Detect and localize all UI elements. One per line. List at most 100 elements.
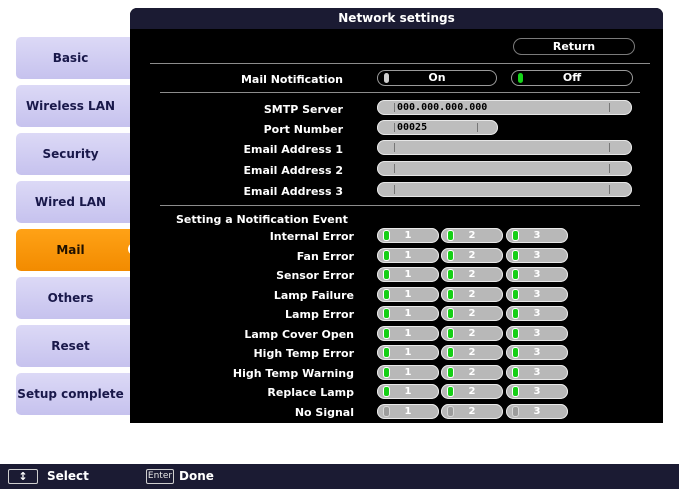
event-checkbox-1[interactable]: 1 [377, 267, 439, 282]
event-checkbox-2[interactable]: 2 [441, 345, 503, 360]
checkbox-label: 3 [533, 308, 541, 319]
checkbox-label: 2 [468, 327, 476, 339]
event-checkbox-3[interactable]: 3 [506, 403, 568, 419]
event-checkbox-2[interactable]: 2 [441, 267, 503, 282]
checkbox-indicator-icon [384, 348, 389, 357]
event-checkbox-3[interactable]: 3 [506, 325, 568, 341]
email-address-3-field[interactable] [377, 182, 632, 197]
event-checkbox-1[interactable]: 1 [377, 403, 439, 419]
port-number-field[interactable]: 00025 [377, 120, 498, 135]
email-address-3-label: Email Address 3 [243, 185, 344, 198]
checkbox-label: 2 [468, 288, 476, 300]
event-label: Lamp Failure [273, 288, 354, 302]
checkbox-label: 3 [533, 327, 541, 339]
enter-key-icon: Enter [146, 469, 174, 484]
event-label: High Temp Error [253, 347, 354, 360]
sidebar-item-label: Reset [51, 339, 90, 353]
radio-indicator-icon [518, 73, 523, 83]
event-label: Replace Lamp [267, 386, 354, 399]
event-checkbox-2[interactable]: 2 [441, 228, 503, 243]
event-checkbox-3[interactable]: 3 [506, 306, 568, 321]
mail-notification-off-radio[interactable]: Off [511, 70, 633, 86]
event-checkbox-1[interactable]: 1 [377, 247, 439, 263]
event-checkbox-3[interactable]: 3 [506, 228, 568, 243]
checkbox-label: 2 [468, 386, 476, 397]
email-address-1-field[interactable] [377, 140, 632, 155]
checkbox-indicator-icon [384, 231, 389, 240]
checkbox-indicator-icon [384, 270, 389, 279]
checkbox-indicator-icon [448, 289, 453, 299]
event-label: Lamp Error [285, 308, 354, 321]
checkbox-label: 2 [468, 230, 476, 241]
footer-bar: ↕ Select Enter Done [0, 464, 679, 489]
event-checkbox-2[interactable]: 2 [441, 247, 503, 263]
checkbox-label: 2 [468, 308, 476, 319]
radio-indicator-icon [384, 73, 389, 83]
checkbox-indicator-icon [513, 270, 518, 279]
email-address-2-field[interactable] [377, 161, 632, 176]
notification-event-heading: Setting a Notification Event [176, 213, 348, 226]
checkbox-indicator-icon [448, 270, 453, 279]
sidebar-item-basic[interactable]: Basic [16, 37, 145, 79]
checkbox-indicator-icon [384, 309, 389, 318]
sidebar-item-reset[interactable]: Reset [16, 325, 145, 367]
event-checkbox-1[interactable]: 1 [377, 364, 439, 380]
event-checkbox-2[interactable]: 2 [441, 384, 503, 399]
mail-notification-on-radio[interactable]: On [377, 70, 497, 86]
event-checkbox-2[interactable]: 2 [441, 364, 503, 380]
sidebar-item-others[interactable]: Others [16, 277, 145, 319]
divider [160, 92, 640, 93]
checkbox-indicator-icon [513, 328, 518, 338]
checkbox-indicator-icon [513, 250, 518, 260]
checkbox-indicator-icon [513, 387, 518, 396]
event-checkbox-2[interactable]: 2 [441, 325, 503, 341]
checkbox-indicator-icon [384, 406, 389, 416]
divider [150, 63, 650, 64]
event-checkbox-1[interactable]: 1 [377, 228, 439, 243]
checkbox-label: 3 [533, 230, 541, 241]
sidebar-item-wireless-lan[interactable]: Wireless LAN [16, 85, 145, 127]
event-checkbox-3[interactable]: 3 [506, 267, 568, 282]
checkbox-label: 3 [533, 366, 541, 378]
event-checkbox-3[interactable]: 3 [506, 345, 568, 360]
checkbox-label: 2 [468, 347, 476, 358]
return-button[interactable]: Return [513, 38, 635, 55]
sidebar-item-label: Mail [56, 243, 85, 257]
divider [160, 205, 640, 206]
event-checkbox-2[interactable]: 2 [441, 403, 503, 419]
sidebar-item-wired-lan[interactable]: Wired LAN [16, 181, 145, 223]
checkbox-indicator-icon [513, 348, 518, 357]
event-checkbox-2[interactable]: 2 [441, 286, 503, 302]
checkbox-label: 2 [468, 366, 476, 378]
event-checkbox-3[interactable]: 3 [506, 286, 568, 302]
smtp-server-field[interactable]: 000.000.000.000 [377, 100, 632, 115]
event-label: Fan Error [296, 249, 354, 263]
checkbox-indicator-icon [448, 348, 453, 357]
sidebar-item-mail[interactable]: Mail ↵ [16, 229, 145, 271]
event-checkbox-1[interactable]: 1 [377, 384, 439, 399]
checkbox-label: 1 [404, 366, 412, 378]
sidebar-item-label: Security [42, 147, 99, 161]
event-checkbox-2[interactable]: 2 [441, 306, 503, 321]
event-checkbox-1[interactable]: 1 [377, 345, 439, 360]
checkbox-label: 3 [533, 347, 541, 358]
event-checkbox-3[interactable]: 3 [506, 384, 568, 399]
event-checkbox-1[interactable]: 1 [377, 286, 439, 302]
event-checkbox-3[interactable]: 3 [506, 364, 568, 380]
event-checkbox-1[interactable]: 1 [377, 306, 439, 321]
checkbox-indicator-icon [448, 367, 453, 377]
checkbox-label: 1 [404, 405, 412, 417]
checkbox-label: 1 [404, 327, 412, 339]
event-checkbox-3[interactable]: 3 [506, 247, 568, 263]
checkbox-label: 2 [468, 249, 476, 261]
sidebar-item-security[interactable]: Security [16, 133, 145, 175]
checkbox-label: 3 [533, 288, 541, 300]
checkbox-label: 1 [404, 308, 412, 319]
event-checkbox-1[interactable]: 1 [377, 325, 439, 341]
sidebar-item-setup-complete[interactable]: Setup complete [16, 373, 145, 415]
checkbox-indicator-icon [448, 231, 453, 240]
email-address-1-label: Email Address 1 [243, 143, 344, 156]
mail-notification-label: Mail Notification [240, 73, 343, 86]
network-settings-panel: Network settings Return Mail Notificatio… [130, 8, 663, 423]
checkbox-indicator-icon [384, 367, 389, 377]
